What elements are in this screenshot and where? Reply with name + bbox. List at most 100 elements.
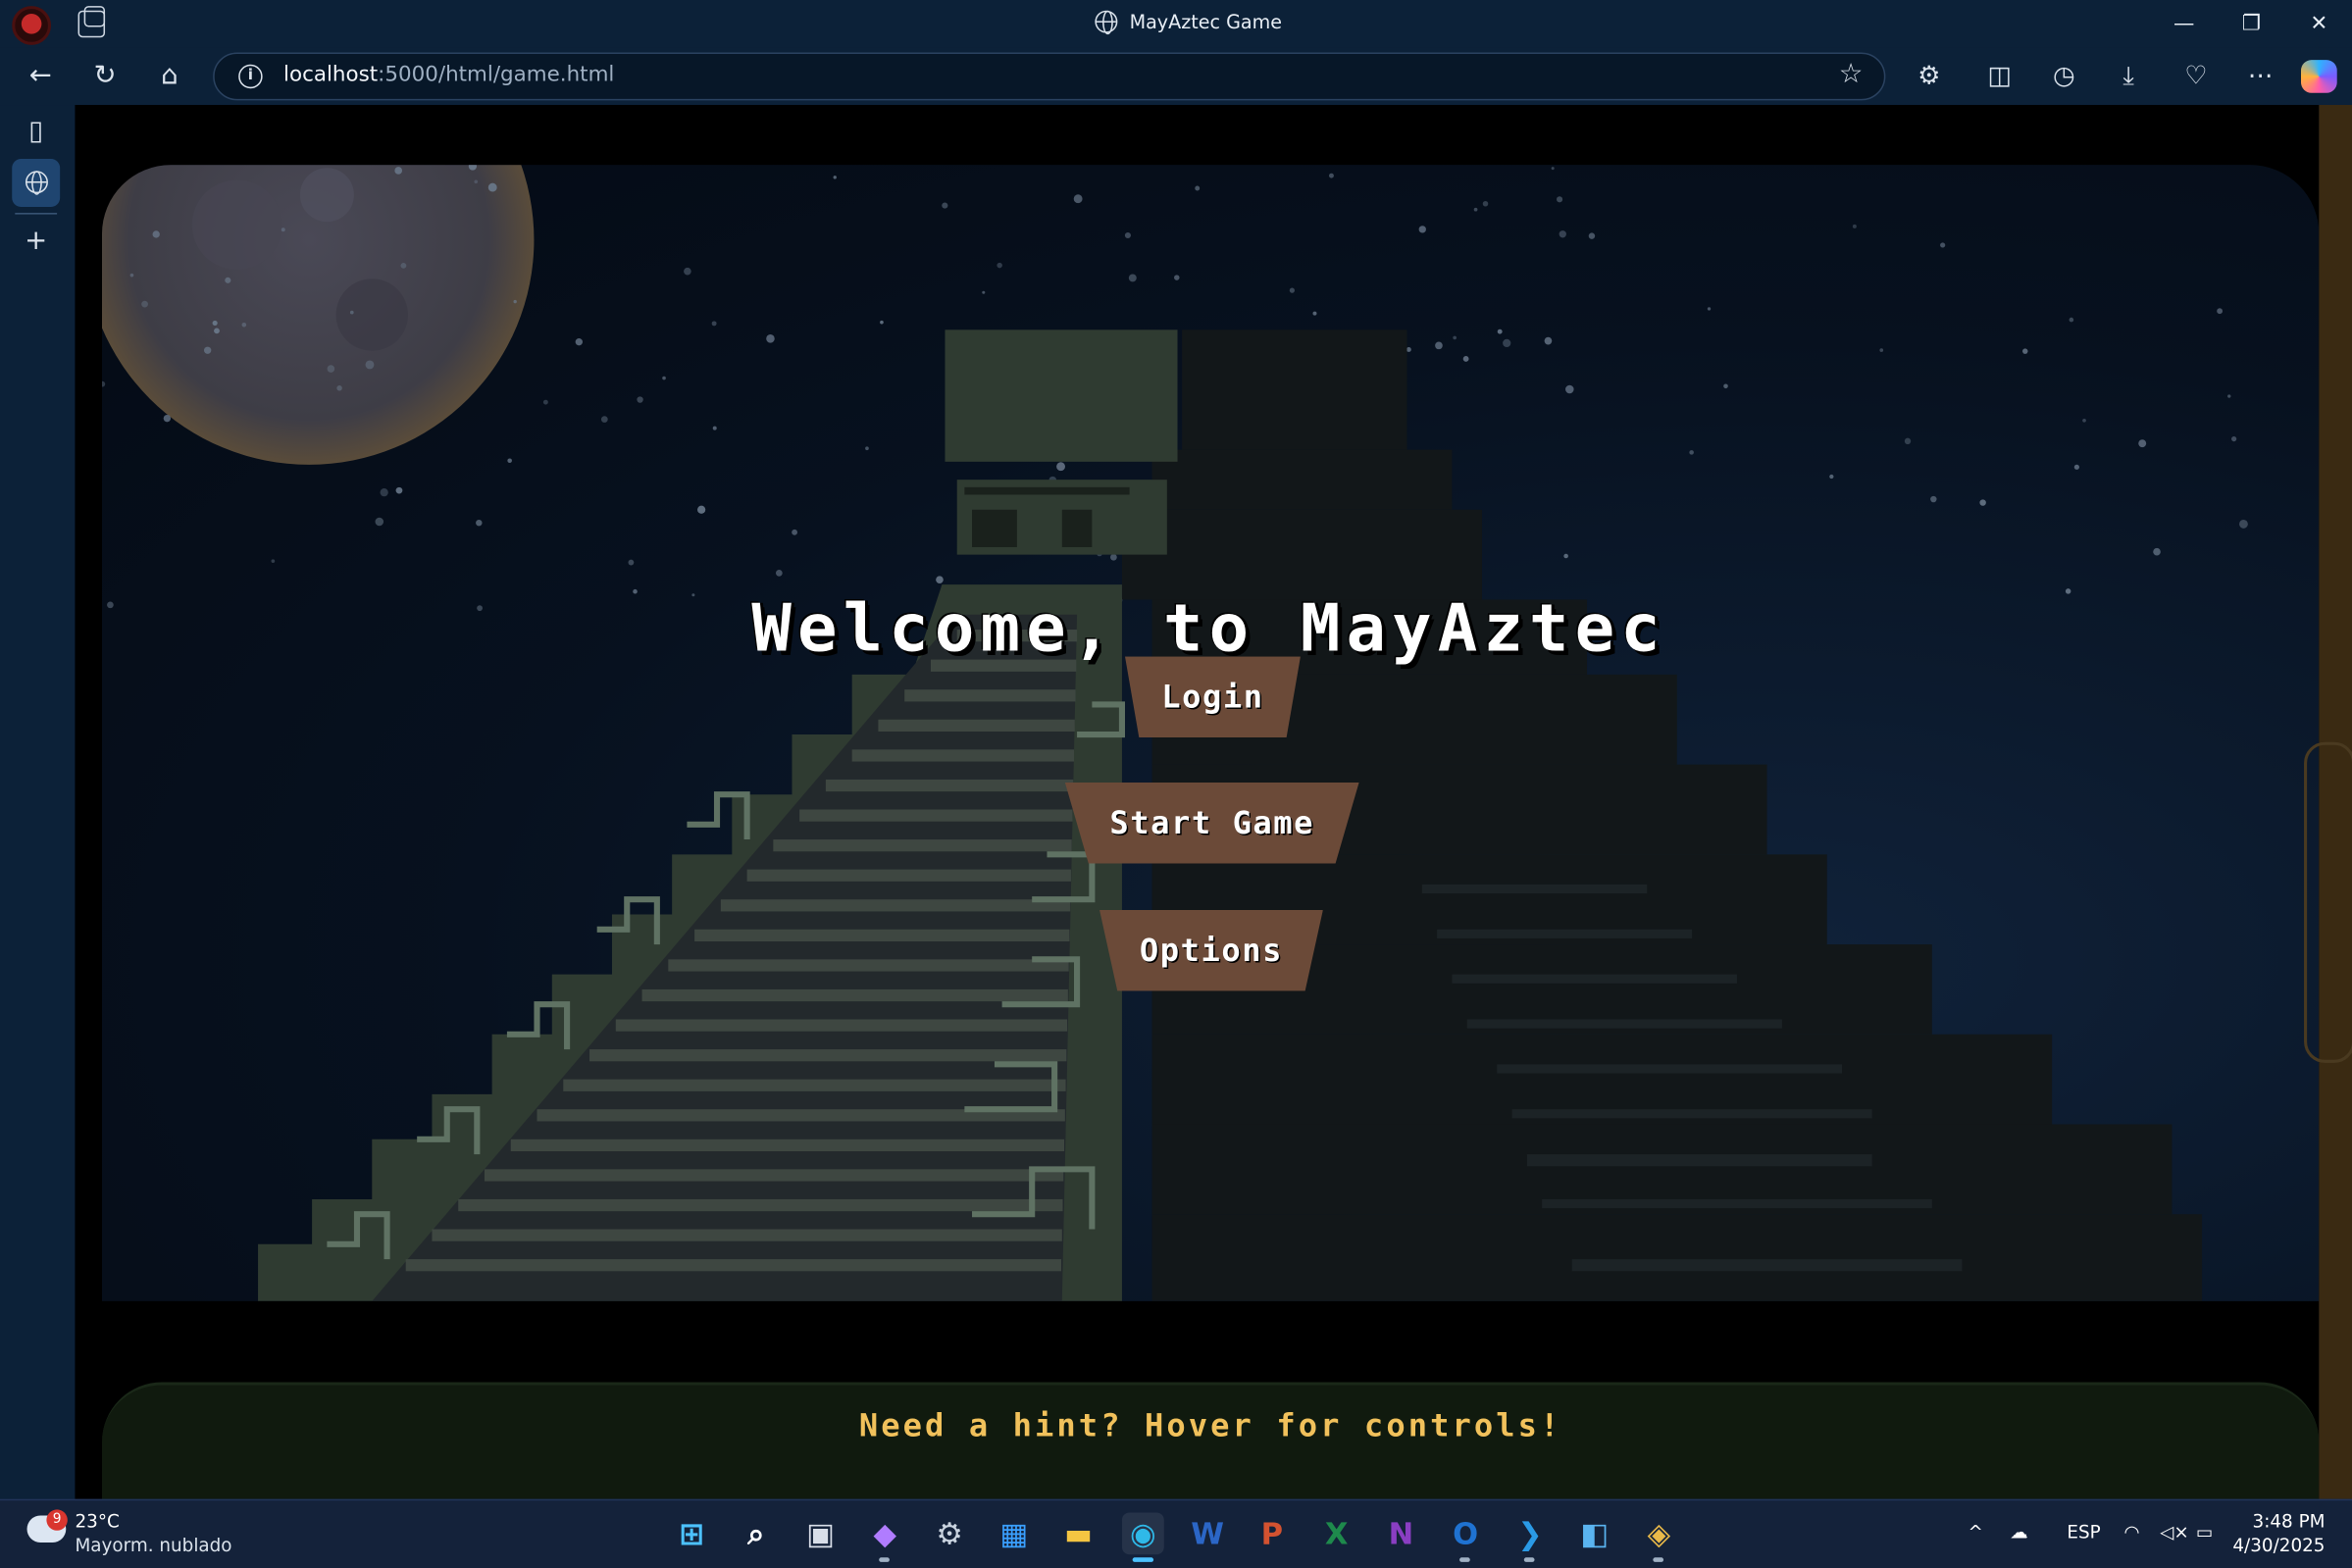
star-dot bbox=[1689, 450, 1694, 455]
star-dot bbox=[712, 426, 717, 430]
language-indicator[interactable]: ESP bbox=[2067, 1522, 2100, 1543]
url-text[interactable]: localhost:5000/html/game.html bbox=[283, 63, 614, 86]
battery-icon[interactable]: ▭ bbox=[2196, 1522, 2213, 1543]
options-button[interactable]: Options bbox=[1099, 909, 1323, 991]
workspaces-icon[interactable] bbox=[77, 6, 106, 38]
outlook-icon[interactable]: O bbox=[1445, 1512, 1487, 1562]
settings-icon[interactable]: ⚙ bbox=[929, 1512, 971, 1554]
star-dot bbox=[163, 414, 172, 423]
microsoft-store-icon[interactable]: ▦ bbox=[993, 1512, 1035, 1554]
tray-chevron-icon[interactable]: ^ bbox=[1968, 1522, 1982, 1543]
star-dot bbox=[513, 299, 517, 304]
copilot-icon[interactable] bbox=[2301, 60, 2337, 93]
star-dot bbox=[1312, 311, 1317, 316]
star-dot bbox=[1418, 226, 1426, 233]
split-screen-icon[interactable]: ◫ bbox=[1978, 56, 2020, 98]
star-dot bbox=[1174, 275, 1180, 280]
volume-muted-icon[interactable]: ◁× bbox=[2160, 1522, 2189, 1543]
browser-essentials-icon[interactable]: ♡ bbox=[2175, 56, 2218, 98]
star-dot bbox=[662, 376, 666, 380]
copilot-icon[interactable]: ◆ bbox=[864, 1512, 906, 1562]
edge-icon[interactable]: ◉ bbox=[1121, 1512, 1164, 1562]
search-icon[interactable]: ⌕ bbox=[735, 1512, 777, 1554]
star-dot bbox=[1563, 553, 1568, 559]
login-button[interactable]: Login bbox=[1125, 656, 1301, 738]
star-dot bbox=[2082, 418, 2086, 423]
star-dot bbox=[395, 486, 403, 494]
star-dot bbox=[1289, 287, 1295, 293]
star-dot bbox=[2138, 439, 2147, 448]
hint-bar[interactable]: Need a hint? Hover for controls! bbox=[101, 1382, 2320, 1499]
star-dot bbox=[1503, 338, 1511, 348]
sidebar-divider bbox=[15, 213, 58, 215]
star-dot bbox=[1195, 185, 1201, 191]
staircase-step bbox=[825, 779, 1074, 792]
star-dot bbox=[1128, 274, 1137, 282]
star-dot bbox=[1556, 196, 1563, 203]
word-icon[interactable]: W bbox=[1187, 1512, 1229, 1554]
clock-time[interactable]: 3:48 PM bbox=[2253, 1511, 2326, 1532]
star-dot bbox=[1852, 224, 1857, 228]
star-dot bbox=[2073, 464, 2079, 470]
clock-date[interactable]: 4/30/2025 bbox=[2232, 1535, 2325, 1555]
staircase-step bbox=[694, 929, 1070, 942]
history-icon[interactable]: ◷ bbox=[2043, 56, 2085, 98]
close-button[interactable]: ✕ bbox=[2286, 3, 2352, 45]
site-info-icon[interactable]: i bbox=[238, 64, 263, 89]
star-dot bbox=[1707, 307, 1712, 311]
hint-text: Need a hint? Hover for controls! bbox=[858, 1407, 1562, 1444]
home-icon[interactable]: ⌂ bbox=[147, 56, 192, 98]
star-dot bbox=[575, 338, 583, 346]
star-dot bbox=[684, 267, 691, 276]
window-title: MayAztec Game bbox=[1095, 10, 1282, 35]
staircase-step bbox=[668, 959, 1069, 972]
star-dot bbox=[281, 228, 285, 232]
app-blue-icon[interactable]: ◧ bbox=[1573, 1512, 1615, 1554]
tab-actions-icon[interactable]: ▯ bbox=[12, 108, 60, 156]
staircase-step bbox=[484, 1169, 1064, 1182]
star-dot bbox=[1829, 474, 1834, 480]
excel-icon[interactable]: X bbox=[1315, 1512, 1357, 1554]
favorite-star-icon[interactable]: ☆ bbox=[1839, 59, 1864, 90]
wifi-icon[interactable]: ◠ bbox=[2124, 1522, 2140, 1543]
restore-button[interactable]: ❐ bbox=[2219, 3, 2284, 45]
weather-description[interactable]: Mayorm. nublado bbox=[75, 1535, 231, 1555]
address-bar[interactable]: i localhost:5000/html/game.html ☆ bbox=[213, 52, 1886, 101]
star-dot bbox=[394, 167, 403, 175]
onedrive-icon[interactable]: ☁ bbox=[2010, 1522, 2027, 1543]
tab-current-globe-icon[interactable] bbox=[12, 159, 61, 207]
profile-avatar[interactable] bbox=[12, 6, 51, 45]
new-tab-plus-icon[interactable]: + bbox=[12, 218, 60, 266]
star-dot bbox=[1406, 347, 1411, 352]
downloads-icon[interactable]: ⤓ bbox=[2108, 56, 2150, 98]
window-title-text: MayAztec Game bbox=[1129, 10, 1282, 33]
star-dot bbox=[2022, 348, 2028, 354]
staircase-step bbox=[878, 719, 1075, 732]
back-arrow-icon[interactable]: ← bbox=[18, 56, 63, 98]
git-tool-icon[interactable]: ◈ bbox=[1638, 1512, 1680, 1562]
star-dot bbox=[2217, 308, 2224, 315]
star-dot bbox=[1073, 194, 1083, 204]
extensions-icon[interactable]: ⚙ bbox=[1908, 56, 1950, 98]
star-dot bbox=[1904, 437, 1912, 445]
star-dot bbox=[474, 179, 479, 184]
file-explorer-icon[interactable]: ▬ bbox=[1057, 1512, 1099, 1554]
task-view-icon[interactable]: ▣ bbox=[799, 1512, 842, 1554]
minimize-button[interactable]: — bbox=[2151, 3, 2217, 45]
vscode-icon[interactable]: ❯ bbox=[1509, 1512, 1552, 1562]
star-dot bbox=[880, 320, 884, 325]
onenote-icon[interactable]: N bbox=[1380, 1512, 1422, 1554]
running-indicator bbox=[1132, 1557, 1154, 1562]
weather-temperature[interactable]: 23°C bbox=[75, 1511, 119, 1532]
start-menu-icon[interactable]: ⊞ bbox=[671, 1512, 713, 1554]
star-dot bbox=[775, 570, 783, 577]
more-menu-icon[interactable]: ⋯ bbox=[2239, 56, 2281, 98]
star-dot bbox=[225, 277, 231, 283]
start-game-button[interactable]: Start Game bbox=[1064, 782, 1359, 864]
refresh-icon[interactable]: ↻ bbox=[82, 56, 128, 98]
star-dot bbox=[637, 396, 643, 403]
star-dot bbox=[152, 230, 160, 238]
powerpoint-icon[interactable]: P bbox=[1251, 1512, 1293, 1554]
star-dot bbox=[1940, 242, 1946, 248]
game-canvas[interactable]: Welcome, to MayAztec Login Start Game Op… bbox=[101, 165, 2320, 1301]
